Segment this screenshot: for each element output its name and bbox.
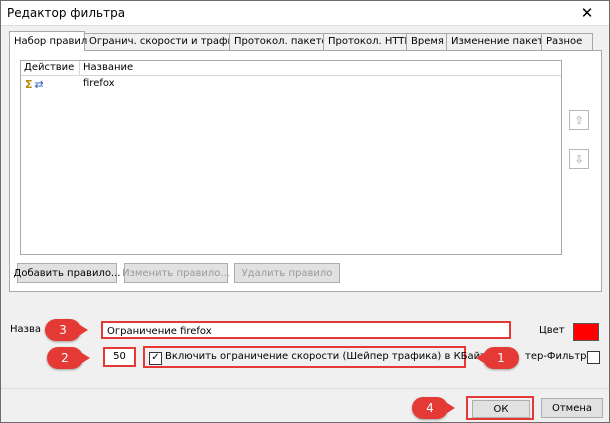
rule-set-panel: Действие Название Σ ⇄ firefox ⇧ ⇩ Добави… — [9, 50, 602, 292]
add-rule-button[interactable]: Добавить правило... — [14, 263, 120, 283]
rules-list[interactable]: Действие Название Σ ⇄ firefox — [20, 60, 562, 255]
tab-http-protocol[interactable]: Протокол. HTTP — [323, 33, 410, 50]
callout-3: 3 — [45, 319, 88, 341]
ok-button[interactable]: ОК — [472, 400, 530, 418]
callout-4: 4 — [412, 397, 455, 419]
window-title: Редактор фильтра — [7, 6, 126, 20]
tab-misc[interactable]: Разное — [541, 33, 593, 50]
ok-highlight: ОК — [466, 396, 534, 420]
rule-name: firefox — [83, 78, 115, 89]
close-icon[interactable]: ✕ — [565, 1, 609, 25]
edit-rule-button[interactable]: Изменить правило... — [122, 263, 230, 283]
delete-rule-button[interactable]: Удалить правило — [234, 263, 340, 283]
shaper-label: Включить ограничение скорости (Шейпер тр… — [165, 351, 508, 362]
list-header: Действие Название — [21, 61, 561, 76]
filter-name-label: Назва — [10, 324, 41, 335]
shaper-checkbox[interactable]: ✓ — [149, 352, 162, 365]
arrows-icon: ⇄ — [34, 77, 44, 91]
column-action[interactable]: Действие — [21, 61, 80, 75]
cancel-button[interactable]: Отмена — [541, 398, 603, 418]
master-filter-checkbox[interactable] — [587, 351, 600, 364]
sigma-icon: Σ — [25, 77, 33, 91]
arrow-up-icon: ⇧ — [574, 113, 584, 127]
shaper-option: ✓ Включить ограничение скорости (Шейпер … — [143, 346, 507, 368]
callout-1: 1 — [476, 347, 519, 369]
title-bar: Редактор фильтра ✕ — [1, 1, 609, 26]
speed-limit-input[interactable]: 50 — [103, 347, 136, 367]
tab-packet-protocols[interactable]: Протокол. пакетов — [229, 33, 334, 50]
master-filter-label: тер-Фильтр — [525, 351, 587, 362]
color-label: Цвет — [539, 325, 565, 336]
color-picker[interactable] — [573, 323, 599, 341]
arrow-down-icon: ⇩ — [574, 152, 584, 166]
tab-time[interactable]: Время — [406, 33, 448, 50]
filter-name-input[interactable]: Ограничение firefox — [101, 321, 511, 339]
divider — [1, 388, 609, 389]
tab-speed-traffic-limit[interactable]: Огранич. скорости и трафика — [84, 33, 246, 50]
tab-rule-set[interactable]: Набор правил — [9, 31, 87, 51]
tab-packet-modification[interactable]: Изменение пакетов — [446, 33, 555, 50]
list-item[interactable]: Σ ⇄ firefox — [21, 77, 561, 91]
rule-action-icons: Σ ⇄ — [25, 77, 44, 91]
move-up-button[interactable]: ⇧ — [569, 110, 589, 130]
column-name[interactable]: Название — [80, 61, 283, 75]
move-down-button[interactable]: ⇩ — [569, 149, 589, 169]
filter-editor-window: Редактор фильтра ✕ Набор правил Огранич.… — [0, 0, 610, 423]
callout-2: 2 — [47, 347, 90, 369]
